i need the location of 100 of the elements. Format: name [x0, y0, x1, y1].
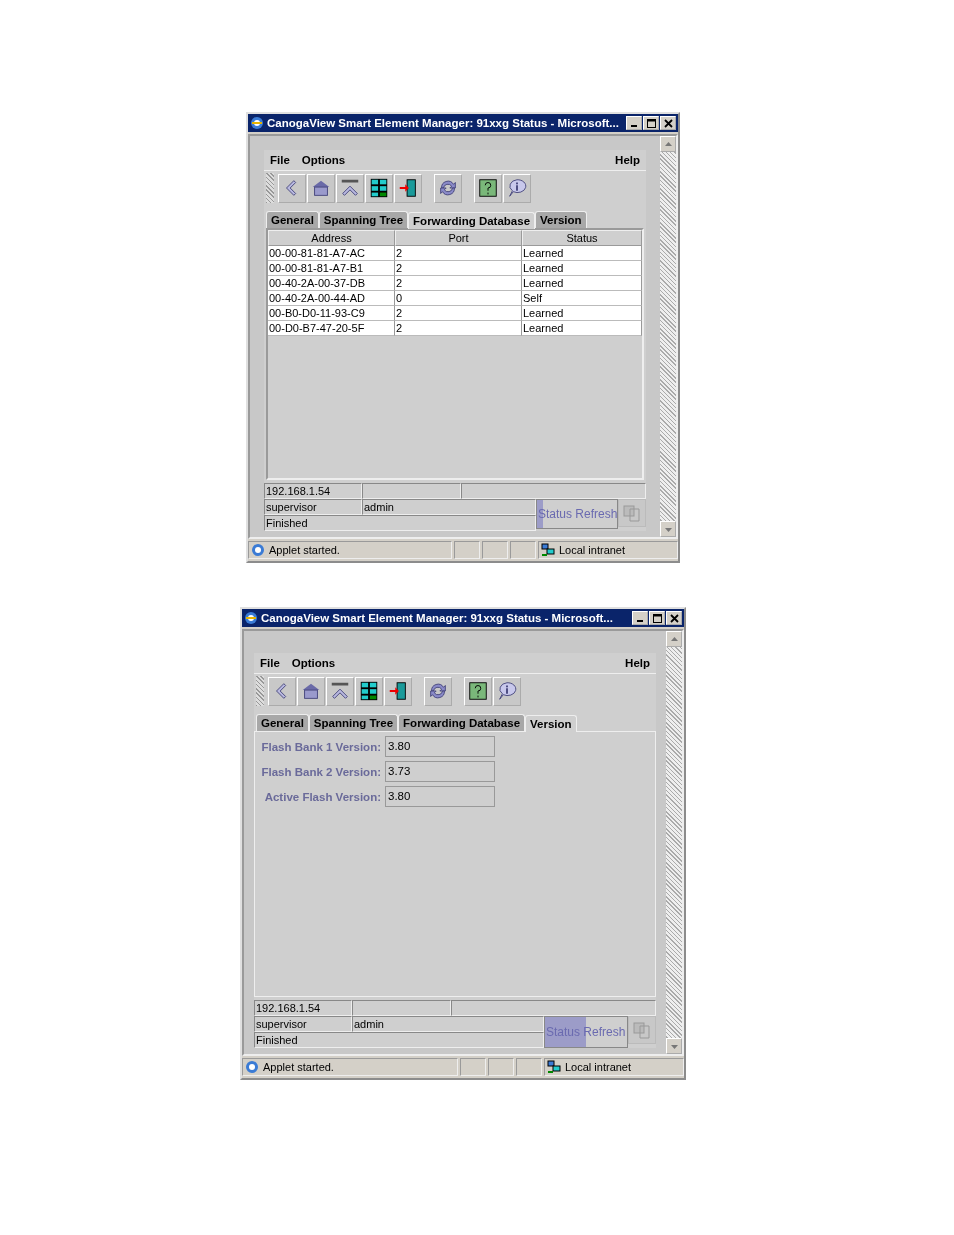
help-icon: [467, 680, 489, 702]
tab[interactable]: Spanning Tree: [318, 211, 409, 228]
minimize-icon: [637, 620, 643, 622]
minimize-button[interactable]: [632, 611, 648, 625]
status-pane: [482, 541, 508, 559]
browser-icon: [244, 611, 258, 625]
up-arrow-icon: [669, 634, 679, 644]
address-field: 192.168.1.54: [264, 483, 362, 499]
message-field: Finished: [254, 1032, 544, 1048]
version-field: 3.73: [385, 761, 495, 782]
tab[interactable]: Spanning Tree: [308, 714, 399, 731]
tab[interactable]: Version: [535, 211, 587, 228]
maximize-button[interactable]: [643, 116, 659, 130]
role-field: admin: [352, 1016, 544, 1032]
version-field: 3.80: [385, 736, 495, 757]
status-text: Applet started.: [269, 544, 340, 556]
menu-item[interactable]: Help: [625, 657, 650, 669]
refresh-icon: [427, 680, 449, 702]
table-cell: 2: [395, 321, 522, 336]
minimize-icon: [631, 125, 637, 127]
status-pane: [510, 541, 536, 559]
tab[interactable]: General: [256, 714, 309, 731]
maximize-icon: [652, 613, 662, 623]
window-title: CanogaView Smart Element Manager: 91xxg Status - Microsoft...: [261, 612, 614, 624]
menu-item[interactable]: File: [270, 154, 290, 166]
refresh-icon: [437, 177, 459, 199]
maximize-icon: [646, 118, 656, 128]
column-header[interactable]: Port: [395, 230, 522, 246]
exit-door-button[interactable]: [394, 173, 422, 203]
user-field: supervisor: [254, 1016, 352, 1032]
info-icon: [496, 680, 518, 702]
close-button[interactable]: [660, 116, 676, 130]
back-button[interactable]: [278, 173, 306, 203]
info-button[interactable]: [493, 676, 521, 706]
close-icon: [669, 613, 679, 623]
refresh-icon: [632, 1020, 652, 1040]
home-button[interactable]: [307, 173, 335, 203]
refresh-icon: [622, 503, 642, 523]
help-button[interactable]: [474, 173, 502, 203]
tab[interactable]: Forwarding Database: [408, 212, 536, 229]
zone-text: Local intranet: [559, 544, 626, 556]
user-field: supervisor: [264, 499, 362, 515]
grid-button[interactable]: [365, 173, 393, 203]
status-pane: [460, 1058, 486, 1076]
browser-icon: [251, 543, 265, 557]
info-button[interactable]: [503, 173, 531, 203]
info-icon: [506, 177, 528, 199]
field-label: Flash Bank 2 Version:: [260, 765, 381, 778]
network-icon: [547, 1060, 561, 1074]
menu-item[interactable]: File: [260, 657, 280, 669]
grid-icon: [368, 177, 390, 199]
grid-icon: [358, 680, 380, 702]
back-button[interactable]: [268, 676, 296, 706]
message-field: Finished: [264, 515, 536, 531]
maximize-button[interactable]: [649, 611, 665, 625]
menu-item[interactable]: Options: [291, 657, 336, 669]
scroll-down-button[interactable]: [666, 1038, 682, 1054]
browser-icon: [250, 116, 264, 130]
tab[interactable]: General: [266, 211, 319, 228]
browser-icon: [245, 1060, 259, 1074]
network-icon: [541, 543, 555, 557]
exit-door-button[interactable]: [384, 676, 412, 706]
scroll-up-button[interactable]: [660, 136, 676, 152]
status-pane: [488, 1058, 514, 1076]
close-button[interactable]: [666, 611, 682, 625]
up-arrow-icon: [663, 139, 673, 149]
close-icon: [663, 118, 673, 128]
scroll-down-button[interactable]: [660, 521, 676, 537]
status-text: Applet started.: [263, 1061, 334, 1073]
version-field: 3.80: [385, 786, 495, 807]
agents-button[interactable]: [336, 173, 364, 203]
progress-label: Status Refresh: [537, 507, 617, 521]
grid-button[interactable]: [355, 676, 383, 706]
tab[interactable]: Forwarding Database: [398, 714, 526, 731]
scroll-up-button[interactable]: [666, 631, 682, 647]
toolbar-grip[interactable]: [266, 173, 274, 203]
agents-icon: [329, 680, 351, 702]
role-field: admin: [362, 499, 536, 515]
menu-item[interactable]: Help: [615, 154, 640, 166]
table-cell: Learned: [522, 321, 642, 336]
field-label: Active Flash Version:: [263, 790, 381, 803]
menu-item[interactable]: Options: [301, 154, 346, 166]
help-icon: [477, 177, 499, 199]
column-header[interactable]: Address: [268, 230, 395, 246]
scrollbar[interactable]: [666, 631, 682, 1054]
agents-button[interactable]: [326, 676, 354, 706]
toolbar-grip[interactable]: [256, 676, 264, 706]
column-header[interactable]: Status: [522, 230, 642, 246]
agents-icon: [339, 177, 361, 199]
address-field: 192.168.1.54: [254, 1000, 352, 1016]
minimize-button[interactable]: [626, 116, 642, 130]
scrollbar[interactable]: [660, 136, 676, 537]
status-pane: [516, 1058, 542, 1076]
table-cell: 00-D0-B7-47-20-5F: [268, 321, 395, 336]
tab[interactable]: Version: [525, 715, 577, 732]
zone-text: Local intranet: [565, 1061, 632, 1073]
home-button[interactable]: [297, 676, 325, 706]
exit-door-icon: [387, 680, 409, 702]
status-pane: [454, 541, 480, 559]
help-button[interactable]: [464, 676, 492, 706]
